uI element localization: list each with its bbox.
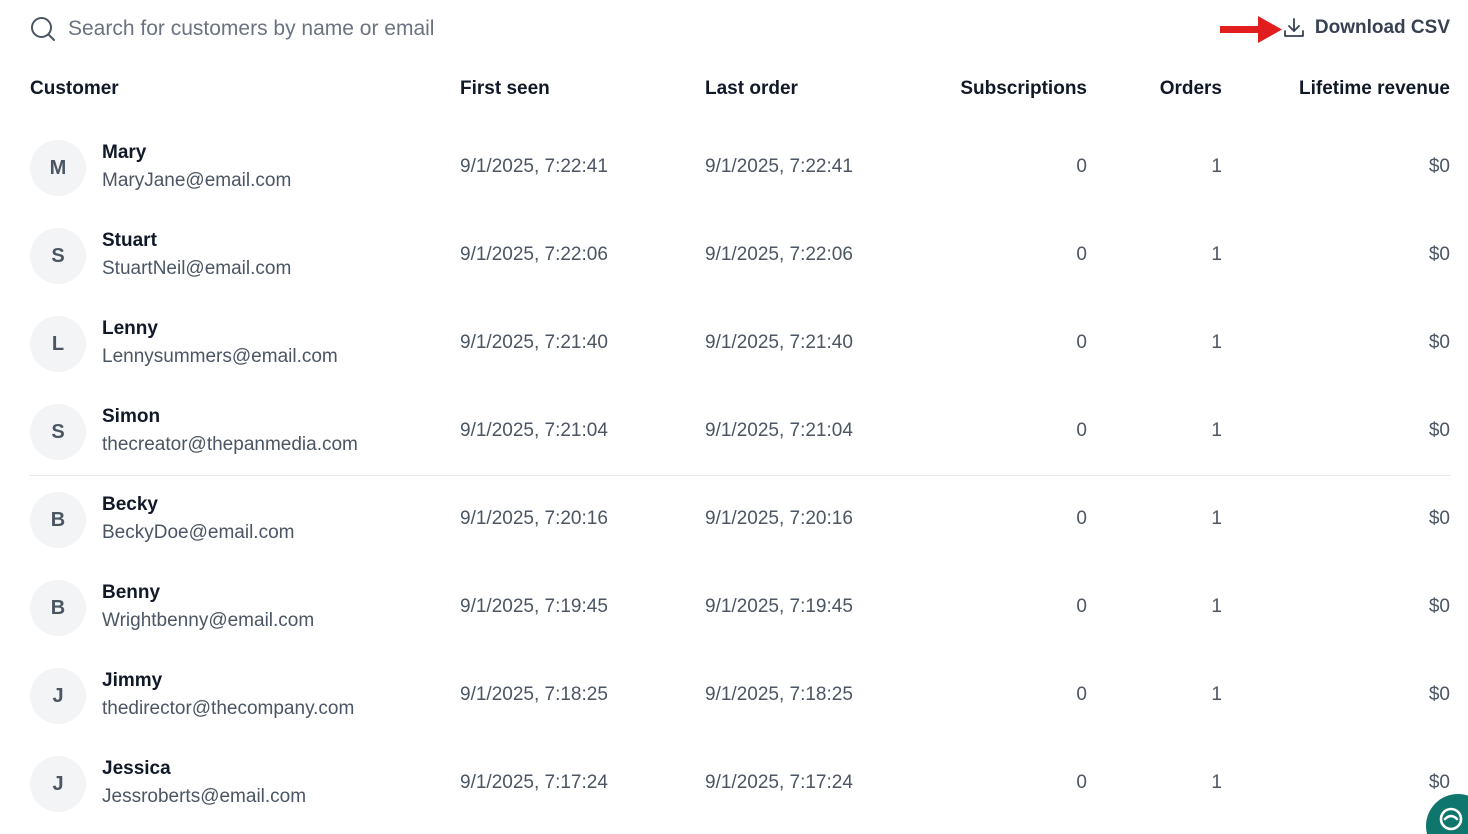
orders-cell: 1 [1211, 684, 1222, 705]
customer-email: StuartNeil@email.com [102, 258, 292, 279]
search-icon [31, 17, 55, 41]
last-order-cell: 9/1/2025, 7:20:16 [705, 508, 853, 529]
table-row[interactable]: S Stuart StuartNeil@email.com 9/1/2025, … [30, 212, 1450, 300]
orders-cell: 1 [1211, 156, 1222, 177]
first-seen-cell: 9/1/2025, 7:21:40 [460, 332, 608, 353]
last-order-cell: 9/1/2025, 7:17:24 [705, 772, 853, 793]
orders-cell: 1 [1211, 596, 1222, 617]
customer-email: Lennysummers@email.com [102, 346, 338, 367]
avatar: S [30, 404, 86, 460]
subscriptions-cell: 0 [1076, 684, 1087, 705]
download-csv-button[interactable]: Download CSV [1283, 14, 1450, 42]
revenue-cell: $0 [1428, 772, 1450, 793]
table-row[interactable]: B Becky BeckyDoe@email.com 9/1/2025, 7:2… [30, 476, 1450, 564]
first-seen-cell: 9/1/2025, 7:21:04 [460, 420, 608, 441]
customer-name: Benny [102, 582, 161, 603]
customer-email: Jessroberts@email.com [102, 786, 307, 807]
last-order-cell: 9/1/2025, 7:22:41 [705, 156, 853, 177]
subscriptions-cell: 0 [1076, 420, 1087, 441]
customer-name: Simon [102, 406, 161, 427]
subscriptions-cell: 0 [1076, 156, 1087, 177]
customer-email: thecreator@thepanmedia.com [102, 434, 358, 455]
subscriptions-cell: 0 [1076, 244, 1087, 265]
column-header-lifetime-revenue[interactable]: Lifetime revenue [1299, 78, 1450, 100]
revenue-cell: $0 [1428, 332, 1450, 353]
chat-support-icon [1439, 807, 1463, 831]
column-header-first-seen[interactable]: First seen [460, 78, 550, 100]
orders-cell: 1 [1211, 508, 1222, 529]
customer-name: Lenny [102, 318, 158, 339]
red-arrow-annotation [1220, 16, 1282, 43]
table-row[interactable]: L Lenny Lennysummers@email.com 9/1/2025,… [30, 300, 1450, 388]
first-seen-cell: 9/1/2025, 7:22:06 [460, 244, 608, 265]
customer-email: MaryJane@email.com [102, 170, 292, 191]
revenue-cell: $0 [1428, 508, 1450, 529]
column-header-orders[interactable]: Orders [1160, 78, 1222, 100]
table-row[interactable]: J Jessica Jessroberts@email.com 9/1/2025… [30, 740, 1450, 828]
download-csv-label: Download CSV [1314, 17, 1450, 38]
first-seen-cell: 9/1/2025, 7:22:41 [460, 156, 608, 177]
avatar: J [30, 756, 86, 812]
first-seen-cell: 9/1/2025, 7:17:24 [460, 772, 608, 793]
revenue-cell: $0 [1428, 420, 1450, 441]
customer-name: Stuart [102, 230, 157, 251]
avatar: S [30, 228, 86, 284]
last-order-cell: 9/1/2025, 7:21:40 [705, 332, 853, 353]
customers-table-body: M Mary MaryJane@email.com 9/1/2025, 7:22… [30, 124, 1450, 828]
customers-page: Download CSV Customer First seen Last or… [0, 0, 1468, 834]
revenue-cell: $0 [1428, 244, 1450, 265]
orders-cell: 1 [1211, 332, 1222, 353]
search-input[interactable] [68, 17, 548, 41]
orders-cell: 1 [1211, 772, 1222, 793]
download-icon [1283, 18, 1304, 37]
orders-cell: 1 [1211, 420, 1222, 441]
last-order-cell: 9/1/2025, 7:22:06 [705, 244, 853, 265]
table-row[interactable]: J Jimmy thedirector@thecompany.com 9/1/2… [30, 652, 1450, 740]
avatar: L [30, 316, 86, 372]
avatar: M [30, 140, 86, 196]
last-order-cell: 9/1/2025, 7:18:25 [705, 684, 853, 705]
orders-cell: 1 [1211, 244, 1222, 265]
customer-name: Jessica [102, 758, 171, 779]
subscriptions-cell: 0 [1076, 508, 1087, 529]
subscriptions-cell: 0 [1076, 332, 1087, 353]
table-row[interactable]: S Simon thecreator@thepanmedia.com 9/1/2… [30, 388, 1450, 476]
customer-email: thedirector@thecompany.com [102, 698, 355, 719]
column-header-last-order[interactable]: Last order [705, 78, 798, 100]
customer-email: BeckyDoe@email.com [102, 522, 295, 543]
customer-name: Jimmy [102, 670, 163, 691]
customer-email: Wrightbenny@email.com [102, 610, 315, 631]
search-bar [30, 12, 590, 46]
table-row[interactable]: B Benny Wrightbenny@email.com 9/1/2025, … [30, 564, 1450, 652]
first-seen-cell: 9/1/2025, 7:18:25 [460, 684, 608, 705]
avatar: B [30, 580, 86, 636]
avatar: B [30, 492, 86, 548]
first-seen-cell: 9/1/2025, 7:20:16 [460, 508, 608, 529]
column-header-customer[interactable]: Customer [30, 78, 119, 100]
subscriptions-cell: 0 [1076, 596, 1087, 617]
last-order-cell: 9/1/2025, 7:19:45 [705, 596, 853, 617]
table-header: Customer First seen Last order Subscript… [30, 78, 1450, 108]
revenue-cell: $0 [1428, 596, 1450, 617]
customer-name: Mary [102, 142, 147, 163]
revenue-cell: $0 [1428, 684, 1450, 705]
subscriptions-cell: 0 [1076, 772, 1087, 793]
last-order-cell: 9/1/2025, 7:21:04 [705, 420, 853, 441]
table-row[interactable]: M Mary MaryJane@email.com 9/1/2025, 7:22… [30, 124, 1450, 212]
column-header-subscriptions[interactable]: Subscriptions [960, 78, 1087, 100]
revenue-cell: $0 [1428, 156, 1450, 177]
customer-name: Becky [102, 494, 158, 515]
first-seen-cell: 9/1/2025, 7:19:45 [460, 596, 608, 617]
avatar: J [30, 668, 86, 724]
